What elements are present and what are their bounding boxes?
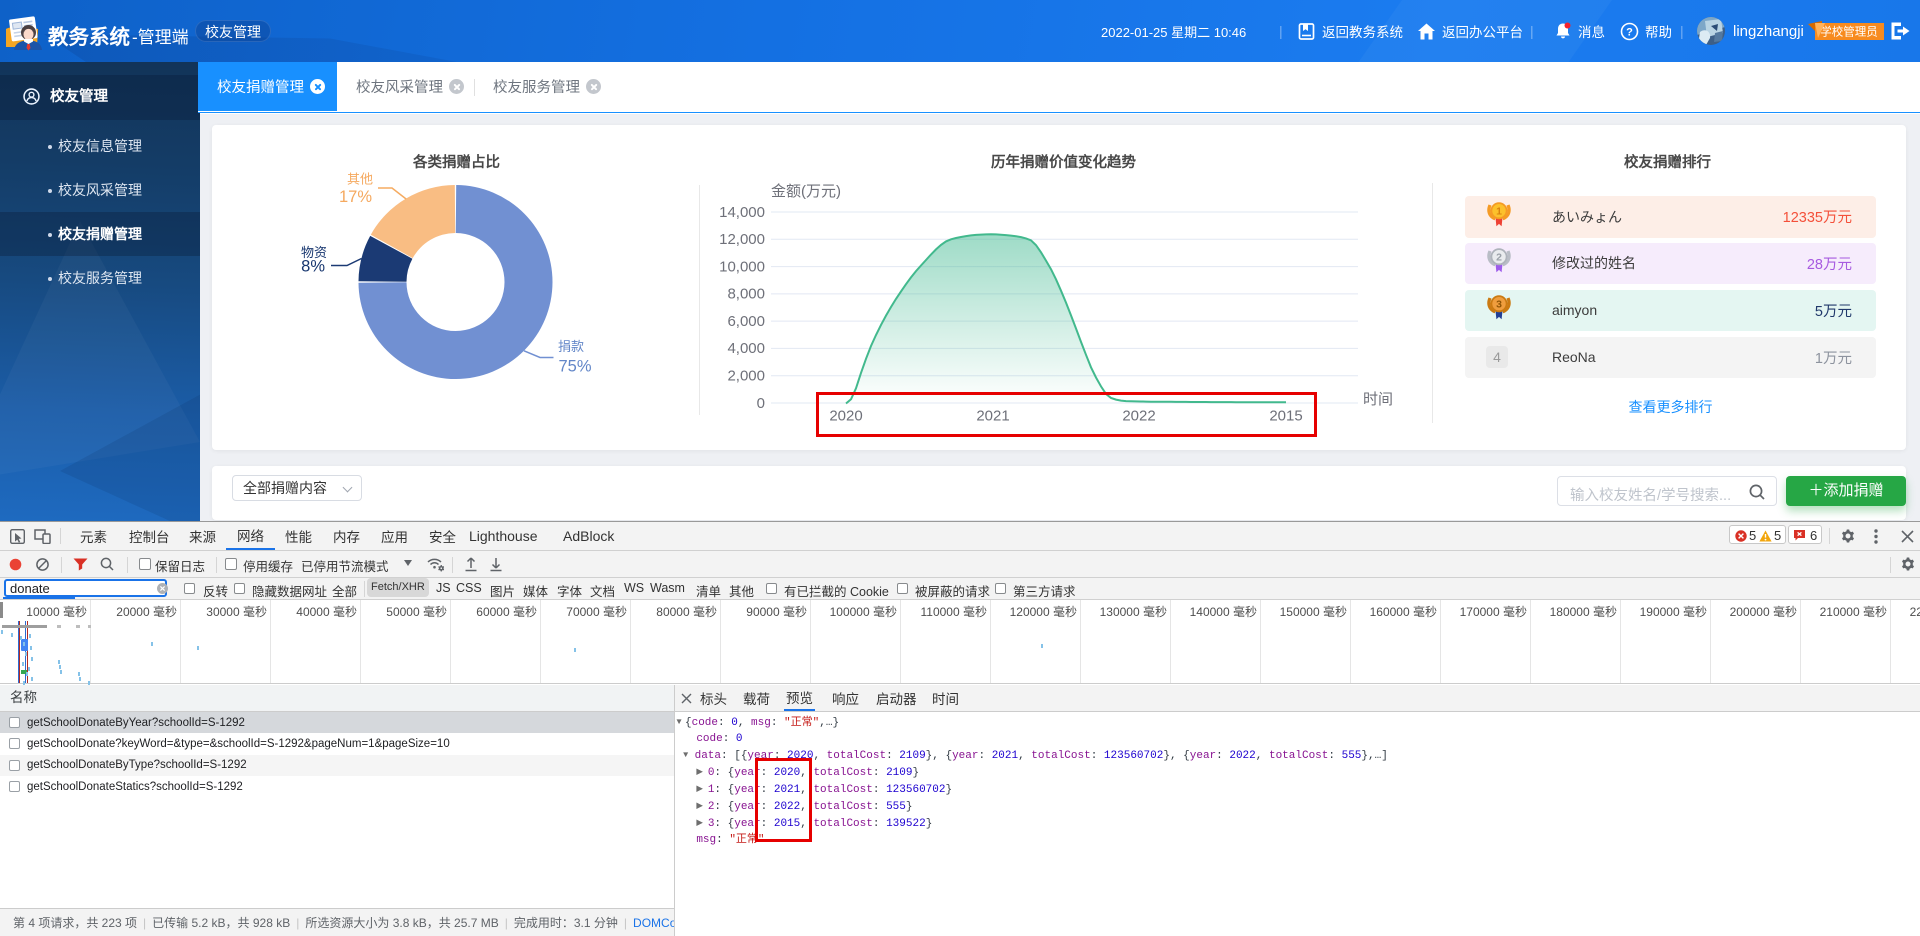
svg-text:?: ? <box>1626 26 1633 38</box>
svg-text:时间: 时间 <box>1363 391 1393 408</box>
svg-text:3: 3 <box>1496 299 1502 311</box>
svg-text:4,000: 4,000 <box>727 340 765 357</box>
svg-text:8%: 8% <box>301 258 325 276</box>
svg-text:学校管理员: 学校管理员 <box>1820 25 1878 39</box>
svg-text:14,000: 14,000 <box>719 204 765 221</box>
svg-text:6,000: 6,000 <box>727 313 765 330</box>
svg-text:其他: 其他 <box>347 172 373 187</box>
svg-text:75%: 75% <box>559 358 592 376</box>
svg-text:2: 2 <box>1496 252 1502 264</box>
svg-text:捐款: 捐款 <box>558 339 584 354</box>
svg-text:1: 1 <box>1496 205 1502 217</box>
svg-text:12,000: 12,000 <box>719 231 765 248</box>
svg-text:0: 0 <box>757 395 765 412</box>
svg-text:17%: 17% <box>339 188 372 206</box>
svg-text:2,000: 2,000 <box>727 368 765 385</box>
svg-text:8,000: 8,000 <box>727 286 765 303</box>
svg-text:金额(万元): 金额(万元) <box>771 183 841 200</box>
svg-text:10,000: 10,000 <box>719 258 765 275</box>
